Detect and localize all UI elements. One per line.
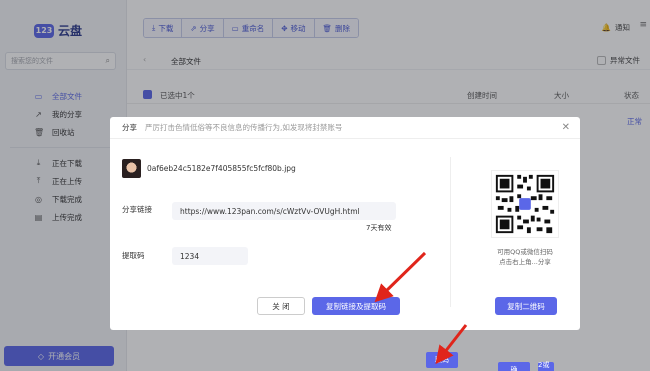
ghost-label: 2或左 bbox=[538, 361, 550, 369]
file-thumbnail bbox=[122, 159, 141, 178]
expire-text: 7天有效 bbox=[366, 224, 392, 232]
close-button-label: 关 闭 bbox=[272, 301, 290, 311]
file-name: 0af6eb24c5182e7f405855fc5fcf80b.jpg bbox=[147, 164, 296, 173]
copy-code-button-ghost[interactable]: 取码 bbox=[426, 352, 458, 368]
code-label: 提取码 bbox=[122, 251, 145, 260]
confirm-button-ghost[interactable]: 确 bbox=[498, 362, 530, 371]
copy-link-and-code-button[interactable]: 复制链接及提取码 bbox=[312, 297, 400, 315]
qr-note-line: 点击右上角...分享 bbox=[499, 258, 551, 266]
qr-note: 可用QQ或微信扫码 点击右上角...分享 bbox=[485, 247, 565, 267]
dialog-title: 分享 bbox=[122, 123, 137, 132]
dialog-header: 分享 严厉打击色情低俗等不良信息的传播行为,如发现将封禁账号 ✕ bbox=[110, 117, 580, 139]
extract-code-field[interactable]: 1234 bbox=[172, 247, 248, 265]
share-link-value: https://www.123pan.com/s/cWztVv-OVUgH.ht… bbox=[180, 206, 360, 216]
copy-qr-button[interactable]: 复制二维码 bbox=[495, 297, 557, 315]
close-button[interactable]: 关 闭 bbox=[257, 297, 305, 315]
divider bbox=[450, 157, 451, 307]
qr-note-line: 可用QQ或微信扫码 bbox=[497, 248, 553, 256]
file-info: 0af6eb24c5182e7f405855fc5fcf80b.jpg bbox=[122, 159, 296, 178]
copy-button-label: 复制链接及提取码 bbox=[326, 301, 386, 311]
ghost-label: 取码 bbox=[435, 356, 449, 364]
copy-qr-label: 复制二维码 bbox=[507, 301, 545, 311]
share-dialog: 分享 严厉打击色情低俗等不良信息的传播行为,如发现将封禁账号 ✕ 0af6eb2… bbox=[110, 117, 580, 330]
small-button-ghost[interactable]: 2或左 bbox=[538, 361, 554, 371]
close-icon[interactable]: ✕ bbox=[562, 122, 570, 133]
qr-code bbox=[491, 170, 559, 238]
ghost-label: 确 bbox=[510, 366, 518, 371]
link-label: 分享链接 bbox=[122, 205, 152, 214]
dialog-warning: 严厉打击色情低俗等不良信息的传播行为,如发现将封禁账号 bbox=[145, 123, 343, 132]
extract-code-value: 1234 bbox=[180, 251, 200, 261]
share-link-field[interactable]: https://www.123pan.com/s/cWztVv-OVUgH.ht… bbox=[172, 202, 396, 220]
